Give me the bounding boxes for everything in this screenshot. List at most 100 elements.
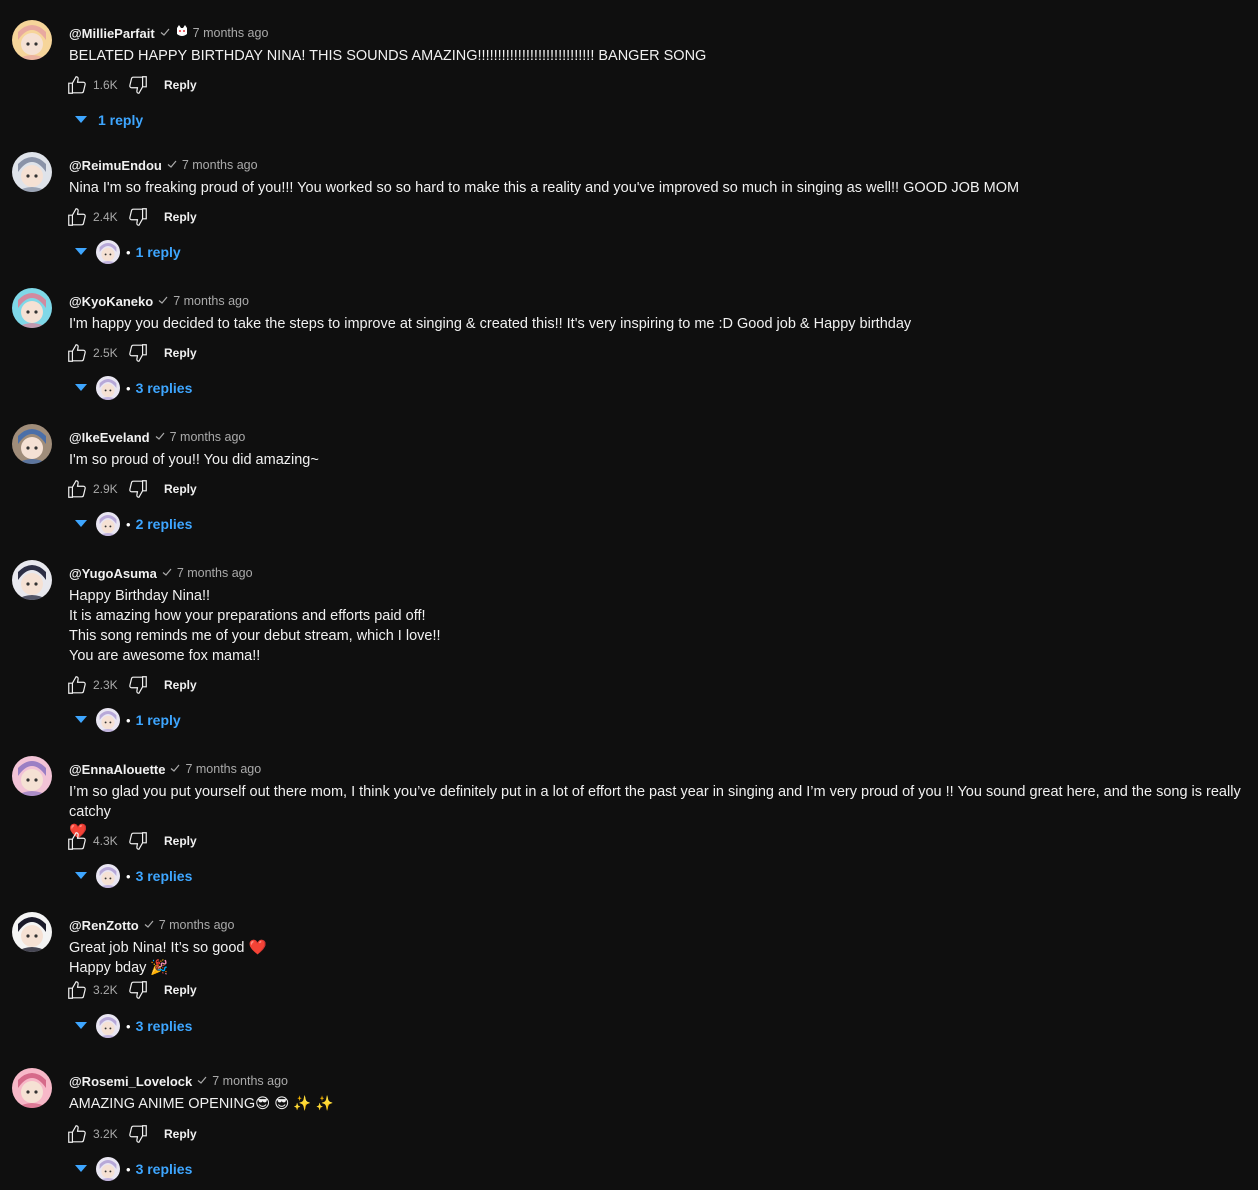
comment-line: AMAZING ANIME OPENING😎 😎 ✨ ✨ bbox=[69, 1096, 334, 1112]
avatar[interactable] bbox=[12, 20, 52, 60]
reply-button[interactable]: Reply bbox=[164, 1127, 197, 1141]
dislike-button-icon[interactable] bbox=[127, 206, 149, 228]
verified-check-icon bbox=[165, 760, 180, 778]
avatar[interactable] bbox=[12, 1068, 52, 1108]
caret-down-icon bbox=[74, 111, 88, 129]
like-button-icon[interactable] bbox=[66, 342, 88, 364]
replies-count-label[interactable]: 3 replies bbox=[136, 1161, 193, 1177]
avatar[interactable] bbox=[12, 756, 52, 796]
comment-author[interactable]: @Rosemi_Lovelock bbox=[69, 1074, 192, 1089]
dislike-button-icon[interactable] bbox=[127, 1123, 149, 1145]
comment-author[interactable]: @ReimuEndou bbox=[69, 158, 162, 173]
comment-timestamp[interactable]: 7 months ago bbox=[170, 430, 246, 444]
view-replies-button[interactable]: • 1 reply bbox=[74, 707, 181, 733]
avatar[interactable] bbox=[12, 424, 52, 464]
reply-button[interactable]: Reply bbox=[164, 678, 197, 692]
comment-text: I'm happy you decided to take the steps … bbox=[69, 314, 1249, 334]
avatar[interactable] bbox=[12, 152, 52, 192]
caret-down-icon bbox=[74, 1017, 88, 1035]
replies-count-label[interactable]: 3 replies bbox=[136, 380, 193, 396]
replies-count-label[interactable]: 2 replies bbox=[136, 516, 193, 532]
avatar[interactable] bbox=[12, 288, 52, 328]
comment-actions: 2.3K Reply bbox=[66, 673, 197, 697]
comment-header: @MillieParfait 7 months ago bbox=[69, 24, 268, 42]
comment-line: Happy bday 🎉 bbox=[69, 960, 169, 976]
creator-reply-avatar bbox=[96, 864, 120, 888]
comment-line: Nina I'm so freaking proud of you!!! You… bbox=[69, 180, 1020, 196]
like-count: 1.6K bbox=[93, 78, 118, 92]
reply-button[interactable]: Reply bbox=[164, 210, 197, 224]
dislike-button-icon[interactable] bbox=[127, 342, 149, 364]
verified-check-icon bbox=[155, 24, 170, 42]
separator-dot: • bbox=[126, 516, 131, 532]
comment-timestamp[interactable]: 7 months ago bbox=[212, 1074, 288, 1088]
reply-button[interactable]: Reply bbox=[164, 78, 197, 92]
like-button-icon[interactable] bbox=[66, 74, 88, 96]
comment-line: I'm happy you decided to take the steps … bbox=[69, 316, 912, 332]
replies-count-label[interactable]: 3 replies bbox=[136, 868, 193, 884]
comment-timestamp[interactable]: 7 months ago bbox=[177, 566, 253, 580]
view-replies-button[interactable]: 1 reply bbox=[74, 107, 143, 133]
comment-line: This song reminds me of your debut strea… bbox=[69, 628, 441, 644]
comment-timestamp[interactable]: 7 months ago bbox=[193, 26, 269, 40]
comment-header: @IkeEveland 7 months ago bbox=[69, 428, 245, 446]
reply-button[interactable]: Reply bbox=[164, 983, 197, 997]
dislike-button-icon[interactable] bbox=[127, 674, 149, 696]
like-button-icon[interactable] bbox=[66, 206, 88, 228]
comment-line: BELATED HAPPY BIRTHDAY NINA! THIS SOUNDS… bbox=[69, 48, 707, 64]
like-count: 2.3K bbox=[93, 678, 118, 692]
like-button-icon[interactable] bbox=[66, 674, 88, 696]
dislike-button-icon[interactable] bbox=[127, 478, 149, 500]
reply-button[interactable]: Reply bbox=[164, 482, 197, 496]
dislike-button-icon[interactable] bbox=[127, 74, 149, 96]
comment-timestamp[interactable]: 7 months ago bbox=[173, 294, 249, 308]
verified-check-icon bbox=[192, 1072, 207, 1090]
view-replies-button[interactable]: • 3 replies bbox=[74, 375, 192, 401]
replies-count-label[interactable]: 1 reply bbox=[136, 244, 181, 260]
comment-actions: 2.9K Reply bbox=[66, 477, 197, 501]
replies-count-label[interactable]: 1 reply bbox=[136, 712, 181, 728]
comment-author[interactable]: @YugoAsuma bbox=[69, 566, 157, 581]
view-replies-button[interactable]: • 3 replies bbox=[74, 863, 192, 889]
creator-reply-avatar bbox=[96, 708, 120, 732]
comment-text: I’m so glad you put yourself out there m… bbox=[69, 782, 1249, 842]
comment-author[interactable]: @KyoKaneko bbox=[69, 294, 153, 309]
cat-emoji-icon bbox=[170, 24, 188, 42]
dislike-button-icon[interactable] bbox=[127, 979, 149, 1001]
comment-actions: 2.4K Reply bbox=[66, 205, 197, 229]
replies-count-label[interactable]: 3 replies bbox=[136, 1018, 193, 1034]
dislike-button-icon[interactable] bbox=[127, 830, 149, 852]
comment-actions: 4.3K Reply bbox=[66, 829, 197, 853]
caret-down-icon bbox=[74, 711, 88, 729]
reply-button[interactable]: Reply bbox=[164, 346, 197, 360]
comment-timestamp[interactable]: 7 months ago bbox=[185, 762, 261, 776]
comment-author[interactable]: @RenZotto bbox=[69, 918, 139, 933]
separator-dot: • bbox=[126, 1161, 131, 1177]
comment-line: I'm so proud of you!! You did amazing~ bbox=[69, 452, 319, 468]
caret-down-icon bbox=[74, 515, 88, 533]
creator-reply-avatar bbox=[96, 1014, 120, 1038]
like-count: 4.3K bbox=[93, 834, 118, 848]
reply-button[interactable]: Reply bbox=[164, 834, 197, 848]
view-replies-button[interactable]: • 1 reply bbox=[74, 239, 181, 265]
view-replies-button[interactable]: • 3 replies bbox=[74, 1013, 192, 1039]
caret-down-icon bbox=[74, 1160, 88, 1178]
replies-count-label[interactable]: 1 reply bbox=[98, 112, 143, 128]
comment-author[interactable]: @IkeEveland bbox=[69, 430, 150, 445]
like-button-icon[interactable] bbox=[66, 1123, 88, 1145]
like-button-icon[interactable] bbox=[66, 830, 88, 852]
comment-timestamp[interactable]: 7 months ago bbox=[159, 918, 235, 932]
verified-check-icon bbox=[162, 156, 177, 174]
comment-author[interactable]: @EnnaAlouette bbox=[69, 762, 165, 777]
avatar[interactable] bbox=[12, 912, 52, 952]
creator-reply-avatar bbox=[96, 1157, 120, 1181]
like-count: 2.4K bbox=[93, 210, 118, 224]
view-replies-button[interactable]: • 3 replies bbox=[74, 1156, 192, 1182]
like-button-icon[interactable] bbox=[66, 979, 88, 1001]
comment-timestamp[interactable]: 7 months ago bbox=[182, 158, 258, 172]
like-button-icon[interactable] bbox=[66, 478, 88, 500]
comment-actions: 2.5K Reply bbox=[66, 341, 197, 365]
avatar[interactable] bbox=[12, 560, 52, 600]
view-replies-button[interactable]: • 2 replies bbox=[74, 511, 192, 537]
comment-author[interactable]: @MillieParfait bbox=[69, 26, 155, 41]
